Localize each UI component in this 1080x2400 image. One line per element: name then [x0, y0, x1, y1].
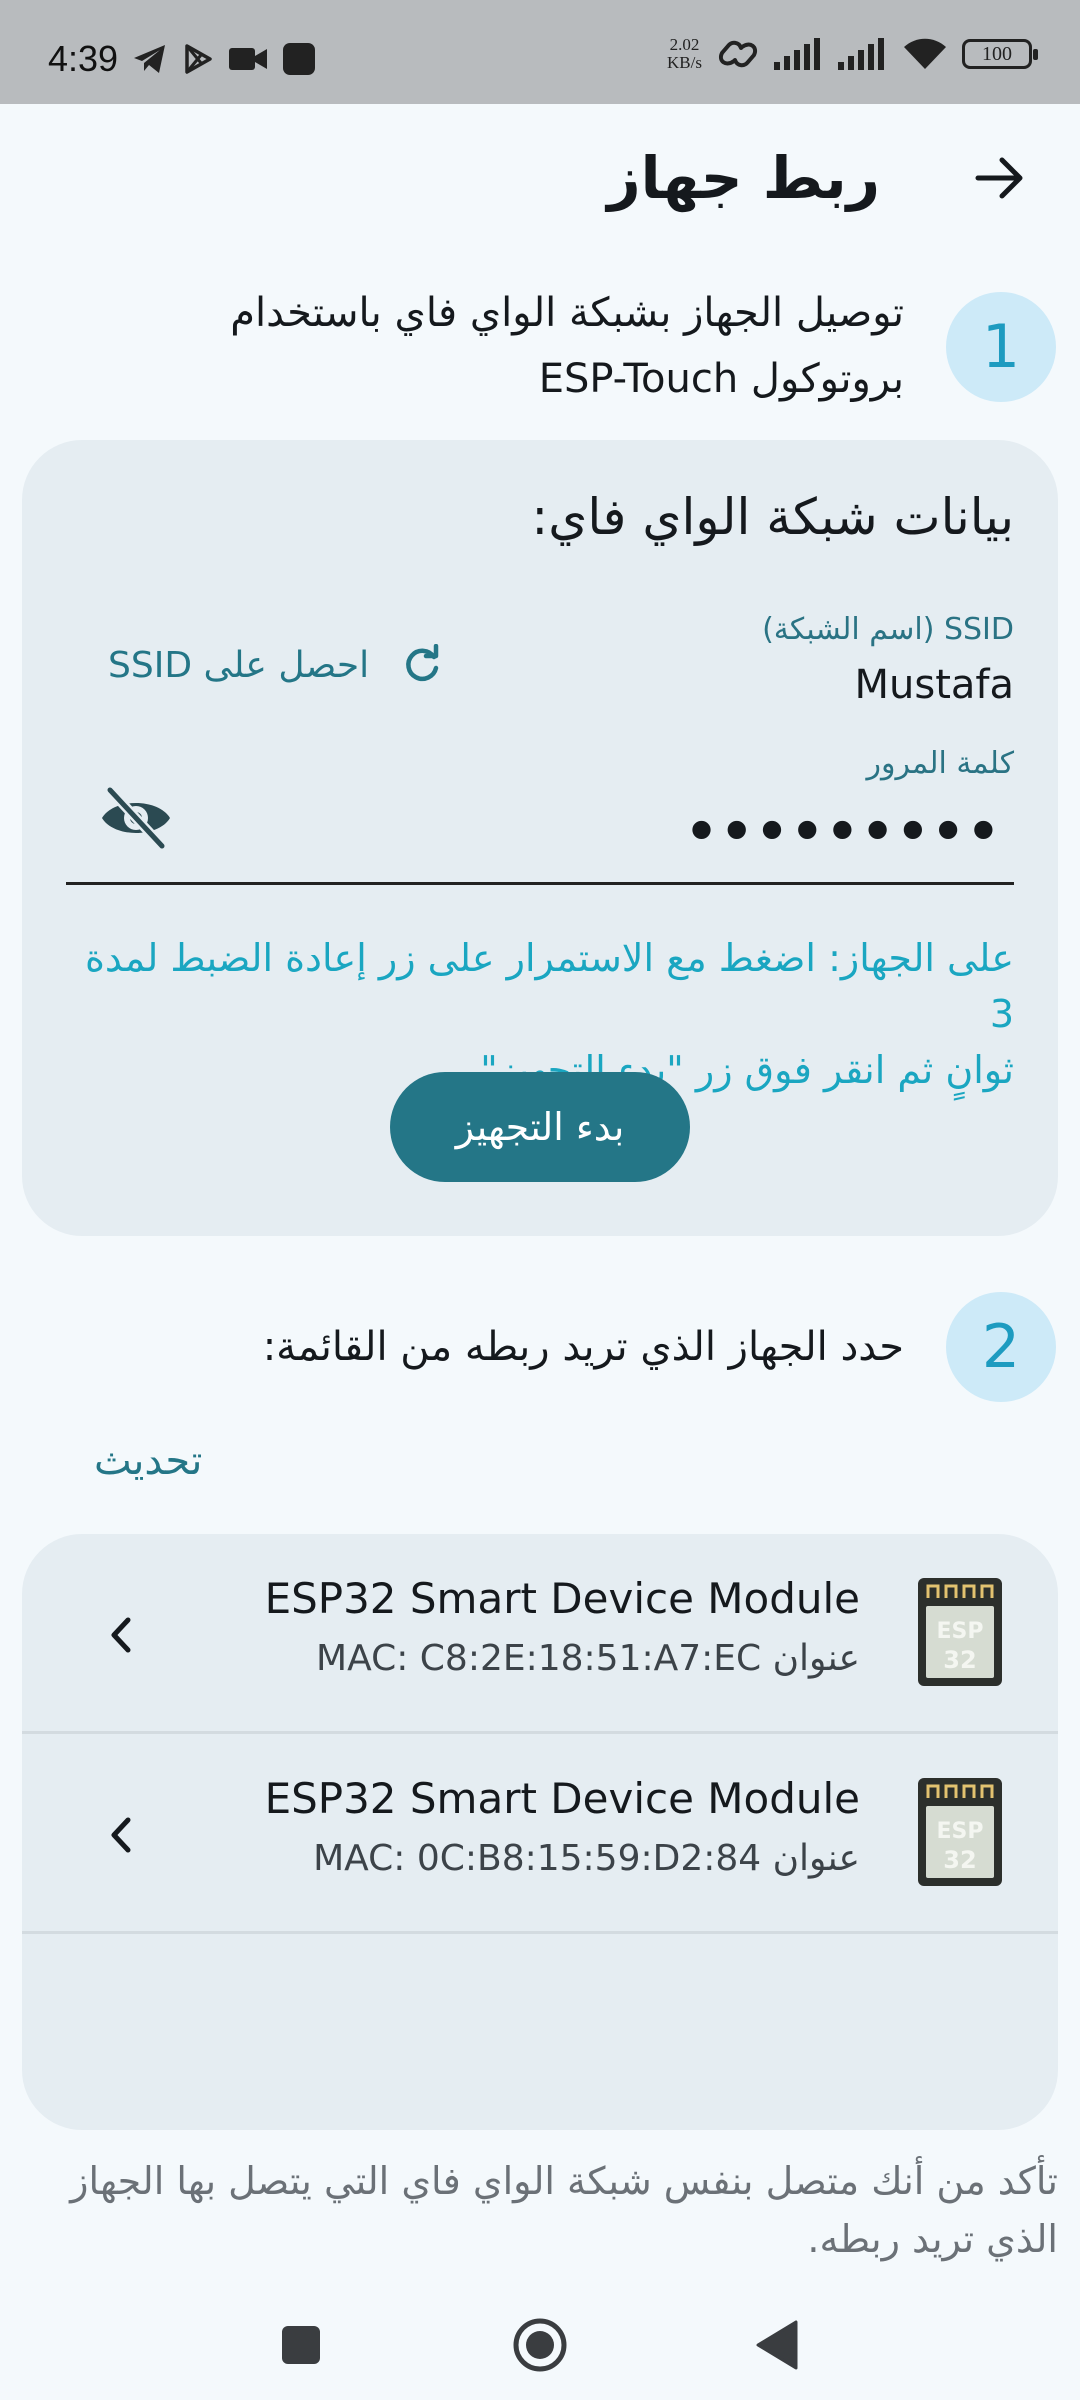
step-number-2: 2	[946, 1292, 1056, 1402]
note-line-1: تأكد من أنك متصل بنفس شبكة الواي فاي الت…	[70, 2159, 1058, 2203]
note-line-2: الذي تريد ربطه.	[807, 2217, 1058, 2261]
signal-icon	[838, 38, 884, 70]
home-circle-icon[interactable]	[505, 2310, 575, 2380]
network-speed-value: 2.02	[669, 35, 700, 54]
system-navigation-bar	[0, 2290, 1080, 2400]
play-store-icon	[185, 44, 212, 74]
get-ssid-button[interactable]: احصل على SSID	[108, 640, 443, 690]
back-triangle-icon[interactable]	[744, 2310, 814, 2380]
app-header: ربط جهاز	[0, 104, 1080, 254]
password-field[interactable]: •••••••••	[685, 802, 1002, 862]
password-label: كلمة المرور	[866, 746, 1014, 781]
step-2-description: حدد الجهاز الذي تريد ربطه من القائمة:	[262, 1324, 904, 1370]
svg-text:32: 32	[943, 1646, 976, 1674]
page-title: ربط جهاز	[607, 144, 880, 212]
device-mac: عنوان MAC: 0C:B8:15:59:D2:84	[313, 1838, 860, 1879]
signal-icon	[774, 38, 820, 70]
recents-square-icon[interactable]	[266, 2310, 336, 2380]
chevron-left-icon	[111, 1617, 131, 1653]
ssid-label: SSID (اسم الشبكة)	[762, 612, 1014, 647]
battery-icon: 100	[962, 39, 1038, 69]
network-speed-unit: KB/s	[667, 53, 702, 72]
wifi-card-title: بيانات شبكة الواي فاي:	[531, 488, 1014, 546]
password-underline	[66, 882, 1014, 885]
link-icon	[719, 40, 757, 68]
device-list-item[interactable]: ESP 32 ESP32 Smart Device Module عنوان M…	[22, 1734, 1058, 1934]
get-ssid-label: احصل على SSID	[108, 644, 370, 686]
app-square-icon	[283, 43, 315, 75]
status-time: 4:39	[48, 38, 119, 79]
step-number-1: 1	[946, 292, 1056, 402]
refresh-icon	[406, 644, 439, 682]
status-icons-left	[132, 42, 316, 76]
telegram-icon	[134, 45, 165, 73]
step-1-line-2: بروتوكول ESP-Touch	[538, 356, 904, 402]
wifi-icon	[904, 38, 946, 69]
esp32-chip-icon: ESP 32	[918, 1578, 1002, 1686]
step-1-description: توصيل الجهاز بشبكة الواي فاي باستخدام بر…	[230, 280, 904, 412]
svg-text:32: 32	[943, 1846, 976, 1874]
arrow-right-icon[interactable]	[968, 146, 1032, 210]
step-1-line-1: توصيل الجهاز بشبكة الواي فاي باستخدام	[230, 290, 904, 336]
svg-text:ESP: ESP	[937, 1619, 984, 1644]
network-speed: 2.02 KB/s	[667, 36, 702, 72]
start-provisioning-button[interactable]: بدء التجهيز	[390, 1072, 690, 1182]
device-list-card: ESP 32 ESP32 Smart Device Module عنوان M…	[22, 1534, 1058, 2130]
eye-off-icon[interactable]	[96, 778, 176, 858]
device-name: ESP32 Smart Device Module	[264, 1774, 860, 1823]
same-network-note: تأكد من أنك متصل بنفس شبكة الواي فاي الت…	[22, 2152, 1058, 2268]
device-name: ESP32 Smart Device Module	[264, 1574, 860, 1623]
status-bar: 4:39 2.02 KB/s 100	[0, 0, 1080, 104]
refresh-button[interactable]: تحديث	[94, 1438, 202, 1484]
chevron-left-icon	[111, 1817, 131, 1853]
svg-text:ESP: ESP	[937, 1819, 984, 1844]
device-mac: عنوان MAC: C8:2E:18:51:A7:EC	[316, 1638, 860, 1679]
video-camera-icon	[229, 48, 267, 70]
hint-line-1: على الجهاز: اضغط مع الاستمرار على زر إعا…	[84, 936, 1014, 1036]
status-icons-right: 2.02 KB/s 100	[667, 36, 1038, 72]
wifi-credentials-card: بيانات شبكة الواي فاي: SSID (اسم الشبكة)…	[22, 440, 1058, 1236]
esp32-chip-icon: ESP 32	[918, 1778, 1002, 1886]
ssid-field[interactable]: Mustafa	[855, 662, 1015, 708]
device-list-item[interactable]: ESP 32 ESP32 Smart Device Module عنوان M…	[22, 1534, 1058, 1734]
